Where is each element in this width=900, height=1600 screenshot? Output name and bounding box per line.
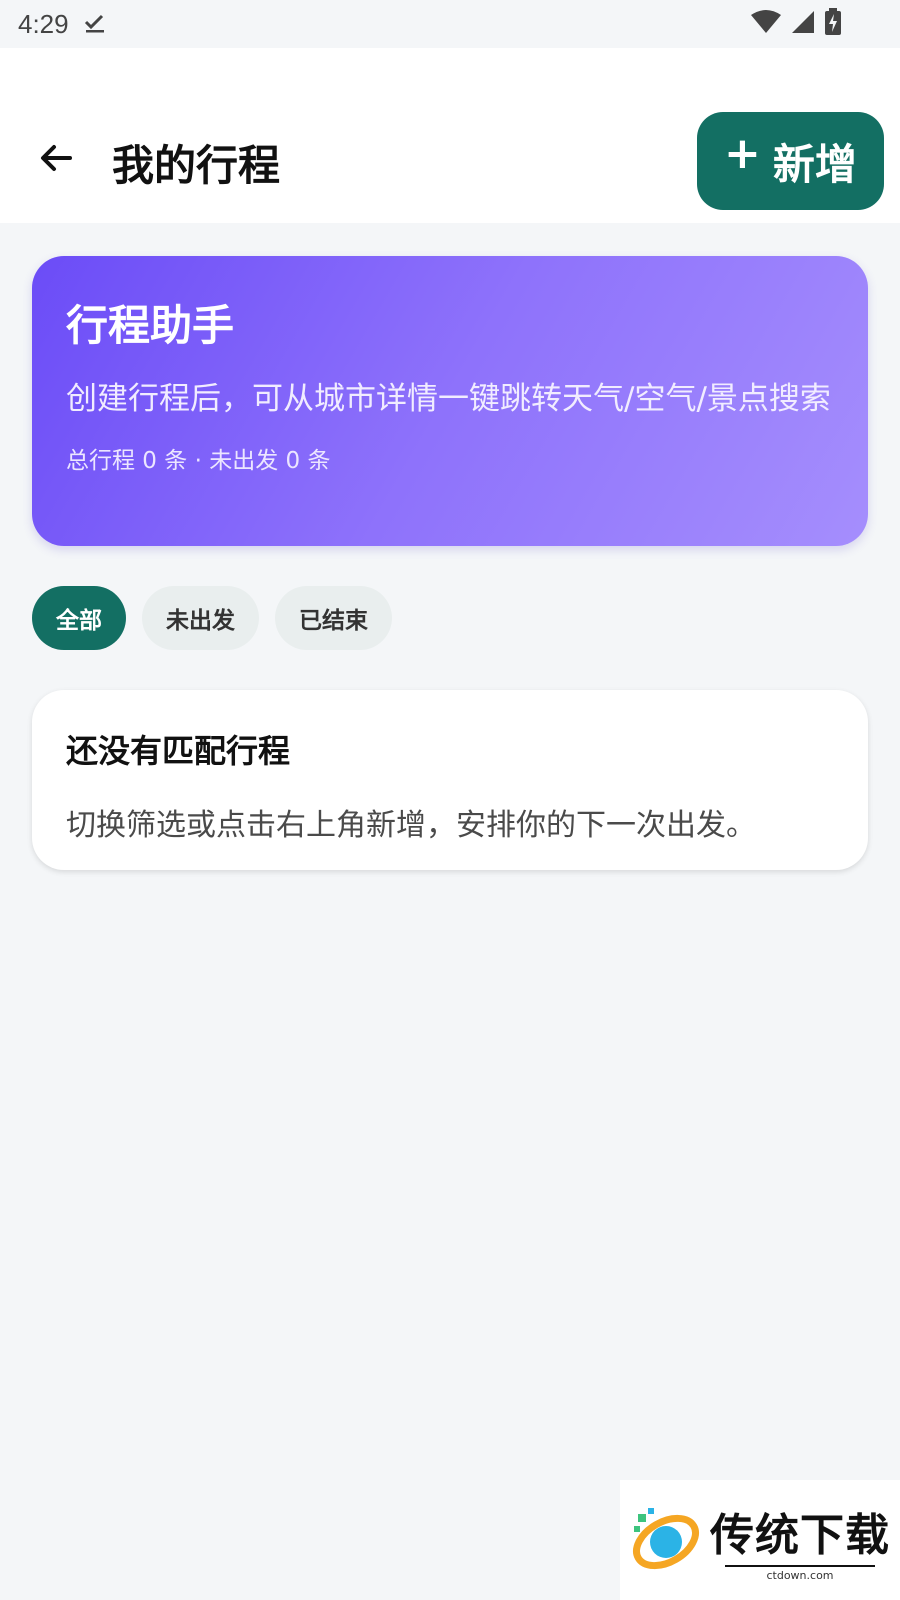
app-bar: 我的行程 + 新增 [0,48,900,223]
status-time: 4:29 [18,8,69,39]
watermark-name: 传统下载 [710,1509,890,1561]
watermark-text: 传统下载 ctdown.com [710,1499,890,1582]
filter-chip-finished[interactable]: 已结束 [275,586,392,650]
arrow-left-icon [41,145,72,171]
hero-stats: 总行程 0 条 · 未出发 0 条 [66,448,331,474]
watermark-url: ctdown.com [725,1564,875,1582]
filter-chips: 全部 未出发 已结束 [32,586,392,650]
empty-state-description: 切换筛选或点击右上角新增，安排你的下一次出发。 [66,808,756,843]
filter-chip-upcoming[interactable]: 未出发 [142,586,259,650]
status-left: 4:29 [18,9,107,40]
add-trip-button[interactable]: + 新增 [697,112,884,210]
watermark: 传统下载 ctdown.com [620,1480,900,1600]
cell-signal-icon [790,9,816,39]
page-title: 我的行程 [112,141,281,190]
hero-description: 创建行程后，可从城市详情一键跳转天气/空气/景点搜索 [66,381,831,417]
back-button[interactable] [26,128,86,188]
wifi-icon [750,9,782,39]
battery-charging-icon [824,8,842,40]
status-right [750,8,842,40]
add-button-label: 新增 [772,139,857,189]
watermark-logo-icon [633,1508,699,1570]
trip-assistant-card: 行程助手 创建行程后，可从城市详情一键跳转天气/空气/景点搜索 总行程 0 条 … [32,256,868,546]
download-done-icon [83,10,107,38]
plus-icon: + [724,128,761,179]
filter-chip-all[interactable]: 全部 [32,586,126,650]
empty-state-title: 还没有匹配行程 [66,732,291,770]
hero-title: 行程助手 [66,301,235,350]
status-bar: 4:29 [0,0,900,48]
empty-state-card: 还没有匹配行程 切换筛选或点击右上角新增，安排你的下一次出发。 [32,690,868,870]
